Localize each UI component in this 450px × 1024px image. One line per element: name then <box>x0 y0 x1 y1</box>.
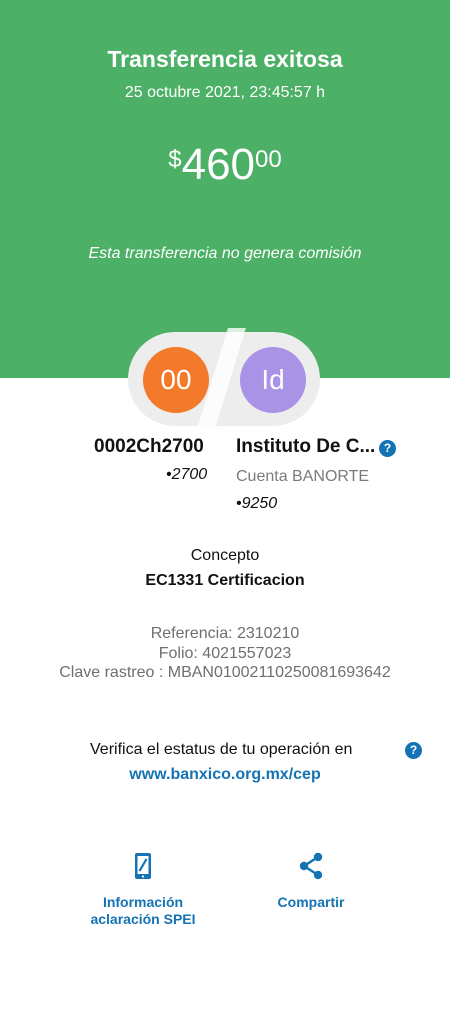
transfer-amount: $46000 <box>0 140 450 190</box>
share-icon <box>299 852 323 880</box>
amount-currency: $ <box>168 146 182 173</box>
amount-integer: 460 <box>181 140 256 189</box>
spei-info-label-1: Información <box>102 894 184 910</box>
amount-decimals: 00 <box>255 146 282 173</box>
share-button[interactable]: Compartir <box>258 850 364 911</box>
destination-avatar: Id <box>240 347 306 413</box>
origin-account-name: 0002Ch2700 <box>94 436 204 457</box>
share-label: Compartir <box>277 894 345 910</box>
reference-number: Referencia: 2310210 <box>150 625 300 642</box>
concept-label: Concepto <box>190 547 260 564</box>
folio-number: Folio: 4021557023 <box>158 645 292 662</box>
destination-account-number: •9250 <box>236 495 278 512</box>
origin-avatar: 00 <box>143 347 209 413</box>
question-circle-icon[interactable]: ? <box>379 440 396 457</box>
spei-info-label-2: aclaración SPEI <box>90 911 196 927</box>
concept-value: EC1331 Certificacion <box>145 572 305 589</box>
destination-bank: Cuenta BANORTE <box>236 468 370 485</box>
banxico-cep-link[interactable]: www.banxico.org.mx/cep <box>0 766 450 784</box>
tracking-key: Clave rastreo : MBAN01002110250081693642 <box>59 664 391 681</box>
phone-document-icon <box>135 853 151 879</box>
success-header: Transferencia exitosa 25 octubre 2021, 2… <box>0 0 450 378</box>
page-title: Transferencia exitosa <box>107 46 343 72</box>
destination-account-name: Instituto De C... <box>236 436 376 457</box>
spei-info-button[interactable]: Información aclaración SPEI <box>84 850 202 928</box>
question-circle-icon[interactable]: ? <box>405 742 422 759</box>
verify-status-text: Verifica el estatus de tu operación en <box>90 741 353 758</box>
origin-account-number: •2700 <box>166 466 208 483</box>
commission-note: Esta transferencia no genera comisión <box>88 245 362 262</box>
transfer-datetime: 25 octubre 2021, 23:45:57 h <box>124 84 326 101</box>
